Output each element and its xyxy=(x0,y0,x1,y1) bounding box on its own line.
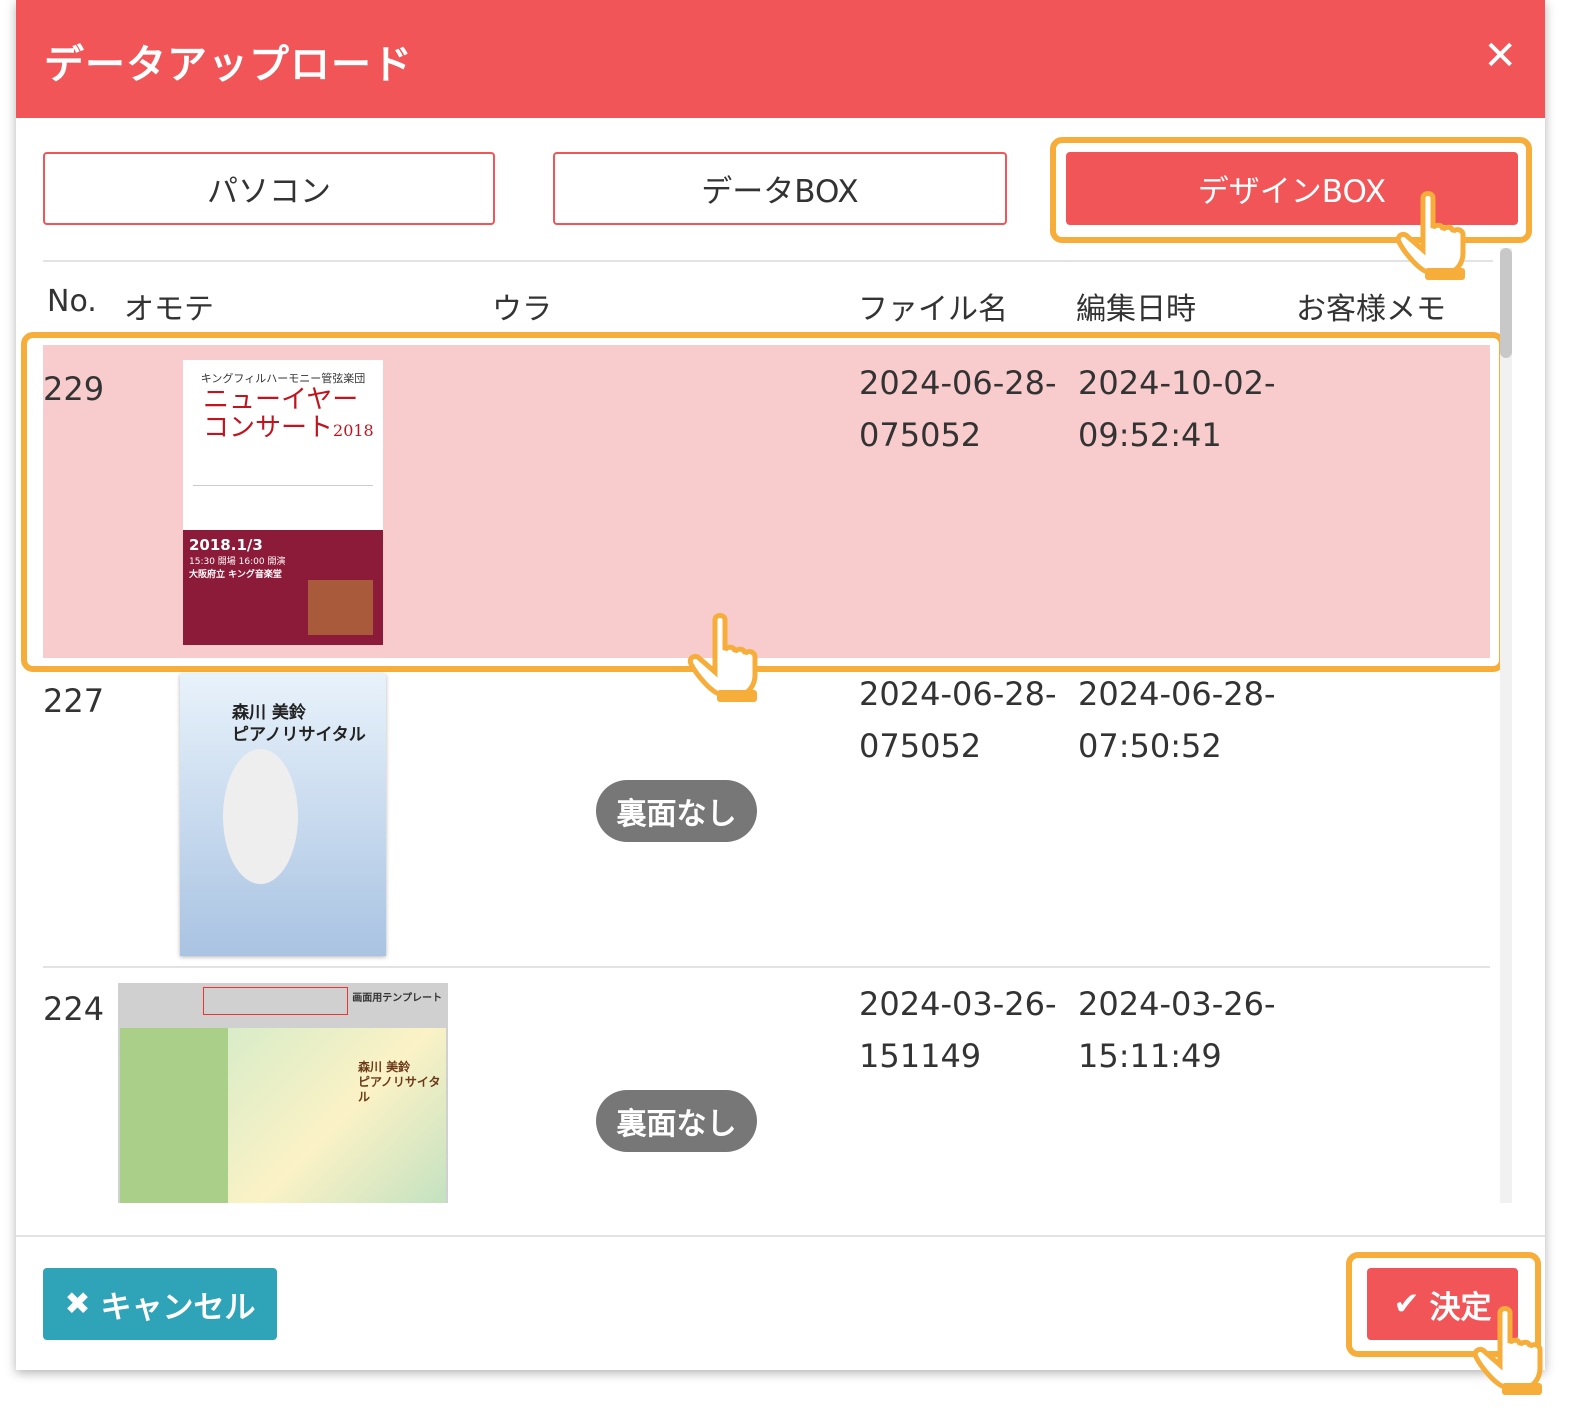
col-memo: お客様メモ xyxy=(1296,292,1446,327)
footer-divider xyxy=(16,1235,1545,1237)
col-edited: 編集日時 xyxy=(1076,292,1196,327)
row-filename: 2024-03-26- 151149 xyxy=(859,985,1057,1075)
pointer-hand-icon xyxy=(1472,1306,1543,1395)
thumb-header: 画面用テンプレート xyxy=(352,993,442,1004)
source-databox-button[interactable]: データBOX xyxy=(553,152,1007,225)
front-thumbnail[interactable]: 画面用テンプレート 森川 美鈴 ピアノリサイタル xyxy=(118,983,448,1203)
row-edited: 2024-06-28- 07:50:52 xyxy=(1078,675,1276,765)
row-no: 227 xyxy=(43,682,105,720)
col-back: ウラ xyxy=(492,292,552,327)
pointer-hand-icon xyxy=(1395,191,1466,280)
scrollbar-thumb[interactable] xyxy=(1500,248,1512,358)
upload-dialog: データアップロード ✕ パソコン データBOX デザインBOX No. オモテ … xyxy=(16,0,1545,1370)
table-row[interactable]: 227 森川 美鈴 ピアノリサイタル 裏面なし 2024-06-28- 075052… xyxy=(43,672,1490,968)
pointer-hand-icon xyxy=(687,613,758,702)
col-filename: ファイル名 xyxy=(858,292,1008,327)
divider xyxy=(43,260,1493,262)
cancel-label: キャンセル xyxy=(100,1289,256,1326)
col-no: No. xyxy=(47,284,97,319)
dialog-title: データアップロード xyxy=(44,42,413,88)
row-edited: 2024-03-26- 15:11:49 xyxy=(1078,985,1276,1075)
source-pc-button[interactable]: パソコン xyxy=(43,152,495,225)
close-icon: ✖ xyxy=(64,1286,91,1322)
no-back-badge: 裏面なし xyxy=(596,1090,757,1152)
thumb-title: 森川 美鈴 ピアノリサイタル xyxy=(358,1060,441,1104)
close-icon[interactable]: ✕ xyxy=(1483,36,1517,76)
cancel-button[interactable]: ✖ キャンセル xyxy=(43,1268,277,1340)
dialog-header: データアップロード ✕ xyxy=(16,0,1545,118)
no-back-badge: 裏面なし xyxy=(596,780,757,842)
row-filename: 2024-06-28- 075052 xyxy=(859,675,1057,765)
col-front: オモテ xyxy=(124,292,214,327)
scrollbar[interactable] xyxy=(1500,248,1512,1203)
thumb-title: 森川 美鈴 ピアノリサイタル xyxy=(232,703,366,745)
table-row[interactable]: 224 画面用テンプレート 森川 美鈴 ピアノリサイタル 裏面なし 2024-03… xyxy=(43,970,1490,1203)
front-thumbnail[interactable]: 森川 美鈴 ピアノリサイタル xyxy=(180,674,386,956)
row-no: 224 xyxy=(43,990,105,1028)
